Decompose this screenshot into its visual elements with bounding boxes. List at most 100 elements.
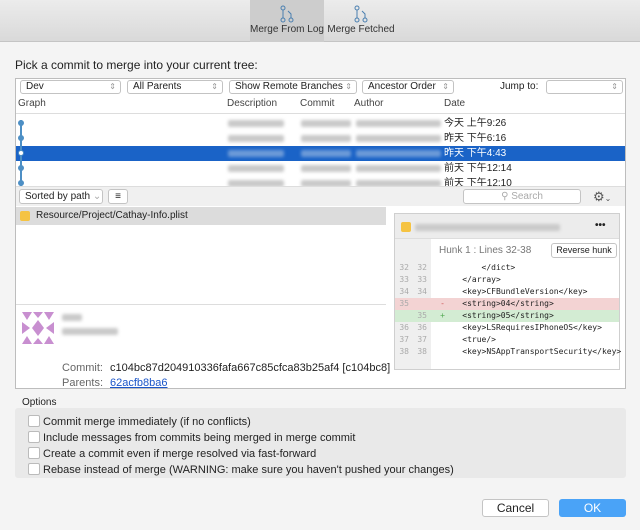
old-line-number: 35 [399, 299, 409, 308]
column-date[interactable]: Date [444, 98, 465, 109]
redacted-text [228, 120, 284, 127]
avatar [22, 312, 54, 344]
search-input[interactable]: ⚲ Search [463, 189, 581, 204]
sort-select[interactable]: Sorted by path ⌄ [19, 189, 103, 204]
commit-date: 今天 上午9:26 [444, 118, 507, 129]
diff-code: <string>04</string> [443, 299, 554, 308]
parents-select[interactable]: All Parents ⇕ [127, 80, 223, 94]
diff-line: 33 33 </array> [395, 274, 619, 286]
old-line-number: 32 [399, 263, 409, 272]
diff-line: 38 38 <key>NSAppTransportSecurity</key> [395, 346, 622, 358]
new-line-number: 38 [417, 347, 427, 356]
modified-file-icon [20, 211, 30, 221]
redacted-text [356, 150, 441, 157]
diff-line: 36 36 <key>LSRequiresIPhoneOS</key> [395, 322, 619, 334]
option-label: Include messages from commits being merg… [43, 432, 356, 444]
chevron-down-icon: ⌄ [92, 191, 102, 202]
commit-node [18, 165, 24, 171]
redacted-text [228, 150, 284, 157]
file-list-item[interactable]: Resource/Project/Cathay-Info.plist [16, 207, 386, 225]
old-line-number: 33 [399, 275, 409, 284]
order-value: Ancestor Order [368, 81, 436, 92]
commit-row[interactable]: 昨天 下午4:43 [16, 146, 625, 161]
updown-icon: ⇕ [211, 82, 218, 91]
option-label: Commit merge immediately (if no conflict… [43, 416, 251, 428]
new-line-number: 33 [417, 275, 427, 284]
diff-code: <string>05</string> [443, 311, 554, 320]
option-checkbox[interactable]: Create a commit even if merge resolved v… [28, 447, 316, 461]
gear-icon: ⚙ [593, 189, 605, 204]
diff-code: </array> [443, 275, 501, 284]
parents-label: Parents: [62, 377, 103, 389]
diff-line: 35- <string>04</string> [395, 298, 619, 310]
toolbar: Merge From Log Merge Fetched [0, 0, 640, 42]
list-view-button[interactable]: ≡ [108, 189, 128, 204]
redacted-text [301, 120, 351, 127]
diff-code: <key>NSAppTransportSecurity</key> [443, 347, 622, 356]
new-line-number: 37 [417, 335, 427, 344]
cancel-button[interactable]: Cancel [482, 499, 549, 517]
commit-date: 昨天 下午6:16 [444, 133, 507, 144]
gear-menu-button[interactable]: ⚙⌄ [593, 189, 611, 205]
column-description[interactable]: Description [227, 98, 277, 109]
column-author[interactable]: Author [354, 98, 383, 109]
redacted-text [356, 120, 441, 127]
tab-merge-from-log[interactable]: Merge From Log [250, 0, 324, 42]
ok-button[interactable]: OK [559, 499, 626, 517]
old-line-number: 37 [399, 335, 409, 344]
parent-link[interactable]: 62acfb8ba6 [110, 377, 168, 389]
header-divider [16, 113, 625, 114]
option-label: Create a commit even if merge resolved v… [43, 448, 317, 460]
sort-value: Sorted by path [25, 191, 91, 202]
parents-value: All Parents [133, 81, 182, 92]
checkbox[interactable] [28, 415, 40, 427]
new-line-number: 34 [417, 287, 427, 296]
checkbox[interactable] [28, 463, 40, 475]
diff-line: 37 37 <true/> [395, 334, 619, 346]
jump-to-select[interactable]: ⇕ [546, 80, 623, 94]
remote-select[interactable]: Show Remote Branches ⇕ [229, 80, 357, 94]
column-graph[interactable]: Graph [18, 98, 46, 109]
options-title: Options [22, 397, 57, 408]
file-toolbar: Sorted by path ⌄ ≡ ⚲ Search ⚙⌄ [16, 186, 625, 206]
jump-to-label: Jump to: [500, 81, 539, 92]
commit-row[interactable]: 前天 下午12:14 [16, 161, 625, 176]
branch-value: Dev [26, 81, 44, 92]
commit-label: Commit: [62, 362, 103, 374]
search-icon: ⚲ [501, 191, 509, 202]
old-line-number: 34 [399, 287, 409, 296]
reverse-hunk-button[interactable]: Reverse hunk [551, 243, 617, 258]
prompt-label: Pick a commit to merge into your current… [15, 58, 258, 72]
diff-line: 34 34 <key>CFBundleVersion</key> [395, 286, 619, 298]
diff-line: 35 + <string>05</string> [395, 310, 619, 322]
option-checkbox[interactable]: Commit merge immediately (if no conflict… [28, 415, 251, 429]
diff-code: <true/> [443, 335, 496, 344]
author-name-redacted [62, 314, 82, 321]
divider [16, 304, 386, 305]
tab-label: Merge From Log [250, 24, 324, 35]
option-checkbox[interactable]: Include messages from commits being merg… [28, 431, 355, 445]
checkbox[interactable] [28, 431, 40, 443]
checkbox[interactable] [28, 447, 40, 459]
hunk-title: Hunk 1 : Lines 32-38 [439, 245, 532, 256]
updown-icon: ⇕ [109, 82, 116, 91]
order-select[interactable]: Ancestor Order ⇕ [362, 80, 454, 94]
redacted-text [228, 165, 284, 172]
commit-date: 昨天 下午4:43 [444, 148, 507, 159]
merge-log-icon [280, 5, 294, 23]
remote-value: Show Remote Branches [235, 81, 343, 92]
branch-select[interactable]: Dev ⇕ [20, 80, 121, 94]
tab-merge-fetched[interactable]: Merge Fetched [324, 0, 398, 42]
option-checkbox[interactable]: Rebase instead of merge (WARNING: make s… [28, 463, 454, 477]
new-line-number: 36 [417, 323, 427, 332]
new-line-number: 35 [417, 311, 427, 320]
more-button[interactable]: ••• [595, 220, 606, 231]
commit-row[interactable]: 昨天 下午6:16 [16, 131, 625, 146]
column-commit[interactable]: Commit [300, 98, 334, 109]
commit-node [18, 135, 24, 141]
new-line-number: 32 [417, 263, 427, 272]
diff-panel: ••• Hunk 1 : Lines 32-38 Reverse hunk 32… [394, 213, 622, 370]
updown-icon: ⇕ [442, 82, 449, 91]
commit-row[interactable]: 今天 上午9:26 [16, 116, 625, 131]
diff-code: </dict> [443, 263, 516, 272]
